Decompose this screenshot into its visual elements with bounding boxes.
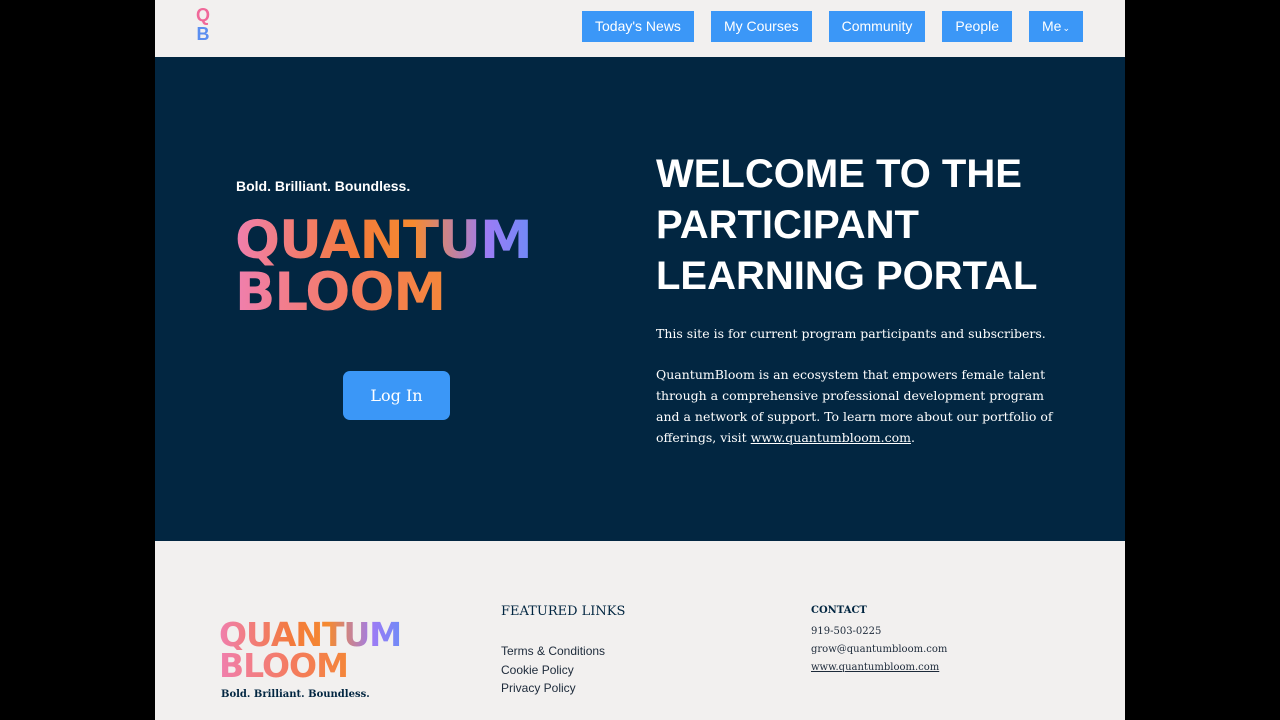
nav-me-dropdown[interactable]: Me⌄ <box>1029 11 1084 42</box>
nav-todays-news[interactable]: Today's News <box>582 11 694 42</box>
login-button[interactable]: Log In <box>343 371 450 420</box>
footer-logo: QUANTUM BLOOM <box>219 618 402 682</box>
main-nav: Today's News My Courses Community People… <box>582 11 1100 42</box>
contact-phone: 919-503-0225 <box>811 626 882 637</box>
welcome-heading-line: PARTICIPANT <box>656 203 919 247</box>
welcome-heading-line: WELCOME TO THE <box>656 152 1022 196</box>
logo-letter-q: Q <box>195 5 210 25</box>
logo-word-quantum: QUANTUM <box>235 210 533 271</box>
qb-logo[interactable]: Q B <box>193 6 213 48</box>
cookie-policy-link[interactable]: Cookie Policy <box>501 661 605 680</box>
hero-description: This site is for current program partici… <box>656 323 1071 468</box>
featured-links-heading: FEATURED LINKS <box>501 604 626 619</box>
contact-heading: CONTACT <box>811 605 867 616</box>
website-link[interactable]: www.quantumbloom.com <box>751 430 911 445</box>
page: Q B Today's News My Courses Community Pe… <box>155 0 1125 720</box>
contact-email: grow@quantumbloom.com <box>811 644 948 655</box>
top-header: Q B Today's News My Courses Community Pe… <box>155 0 1125 57</box>
description-suffix: . <box>911 430 915 445</box>
nav-me-label: Me <box>1042 18 1062 34</box>
hero-section: Bold. Brilliant. Boundless. QUANTUM BLOO… <box>155 57 1125 541</box>
welcome-heading-line: LEARNING PORTAL <box>656 254 1038 298</box>
contact-info: 919-503-0225 grow@quantumbloom.com www.q… <box>811 623 947 677</box>
terms-link[interactable]: Terms & Conditions <box>501 642 605 661</box>
logo-letter-b: B <box>196 24 210 44</box>
chevron-down-icon: ⌄ <box>1062 23 1071 33</box>
contact-website-link[interactable]: www.quantumbloom.com <box>811 659 947 677</box>
footer-tagline: Bold. Brilliant. Boundless. <box>221 689 370 700</box>
description-text: QuantumBloom is an ecosystem that empowe… <box>656 364 1071 448</box>
quantum-bloom-logo: QUANTUM BLOOM <box>235 210 533 319</box>
logo-word-bloom: BLOOM <box>235 266 532 319</box>
nav-community[interactable]: Community <box>828 11 926 42</box>
footer-logo-bloom: BLOOM <box>219 649 401 682</box>
intro-text: This site is for current program partici… <box>656 326 1046 341</box>
nav-people[interactable]: People <box>942 11 1013 42</box>
welcome-heading: WELCOME TO THE PARTICIPANT LEARNING PORT… <box>656 149 1096 302</box>
footer: QUANTUM BLOOM Bold. Brilliant. Boundless… <box>155 541 1125 720</box>
featured-links-list: Terms & Conditions Cookie Policy Privacy… <box>501 642 605 698</box>
nav-my-courses[interactable]: My Courses <box>710 11 812 42</box>
hero-tagline: Bold. Brilliant. Boundless. <box>236 178 411 194</box>
privacy-policy-link[interactable]: Privacy Policy <box>501 679 605 698</box>
